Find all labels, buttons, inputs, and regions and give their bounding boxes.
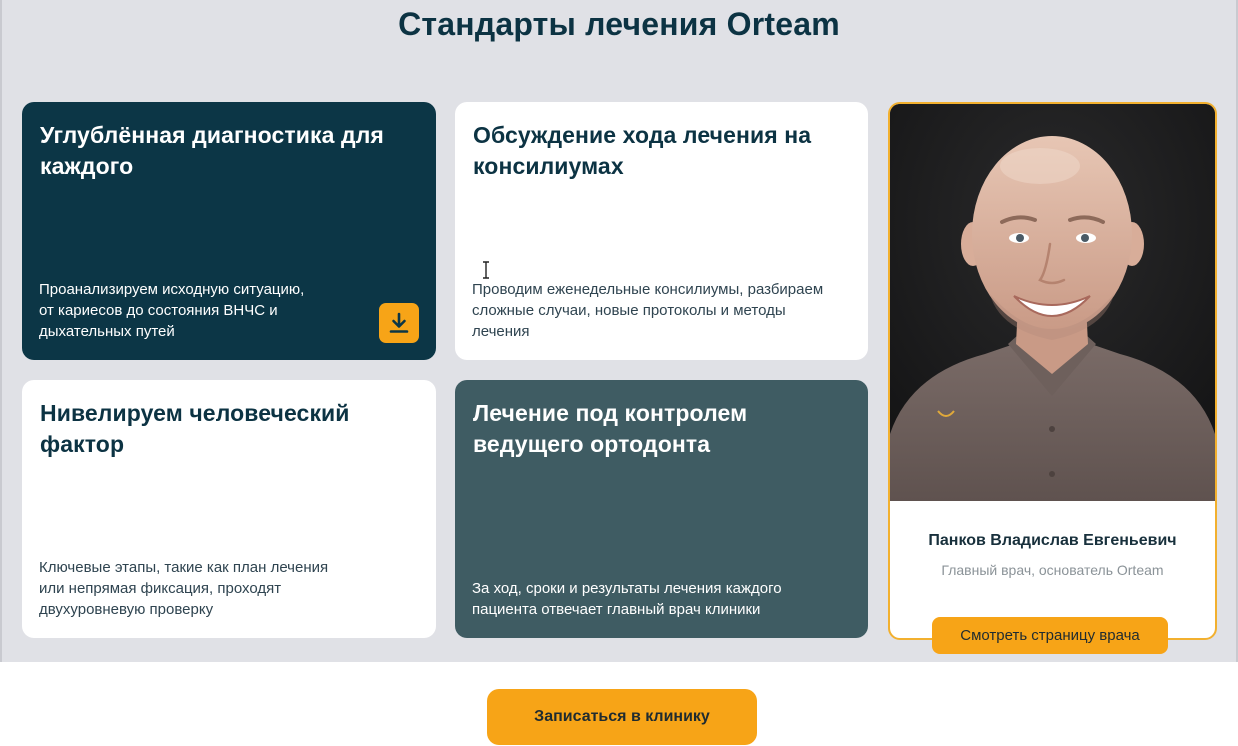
card-consilium: Обсуждение хода лечения на консилиумах П… — [455, 102, 868, 360]
card-human-factor: Нивелируем человеческий фактор Ключевые … — [22, 380, 436, 638]
card-description: Ключевые этапы, такие как план лечения и… — [39, 559, 329, 618]
card-description: Проанализируем исходную ситуацию, от кар… — [39, 281, 305, 340]
download-button[interactable] — [379, 303, 419, 343]
card-title: Нивелируем человеческий фактор — [40, 400, 350, 457]
section-title: Стандарты лечения Orteam — [398, 6, 840, 42]
doctor-name: Панков Владислав Евгеньевич — [928, 532, 1177, 549]
card-diagnostics: Углублённая диагностика для каждого Проа… — [22, 102, 436, 360]
card-description: За ход, сроки и результаты лечения каждо… — [472, 580, 782, 618]
doctor-portrait-illustration — [890, 104, 1215, 501]
text-cursor-icon — [483, 261, 489, 279]
doctor-role: Главный врач, основатель Orteam — [941, 562, 1164, 578]
doctor-card: Панков Владислав Евгеньевич Главный врач… — [888, 102, 1217, 640]
card-title: Лечение под контролем ведущего ортодонта — [473, 400, 748, 457]
doctor-photo — [890, 104, 1215, 501]
download-icon — [389, 312, 409, 333]
card-description: Проводим еженедельные консилиумы, разбир… — [472, 281, 824, 340]
card-title: Обсуждение хода лечения на консилиумах — [473, 122, 812, 179]
doctor-page-button[interactable]: Смотреть страницу врача — [932, 617, 1168, 654]
card-lead-orthodontist: Лечение под контролем ведущего ортодонта… — [455, 380, 868, 638]
card-title: Углублённая диагностика для каждого — [40, 122, 384, 179]
book-clinic-button[interactable]: Записаться в клинику — [487, 689, 757, 745]
